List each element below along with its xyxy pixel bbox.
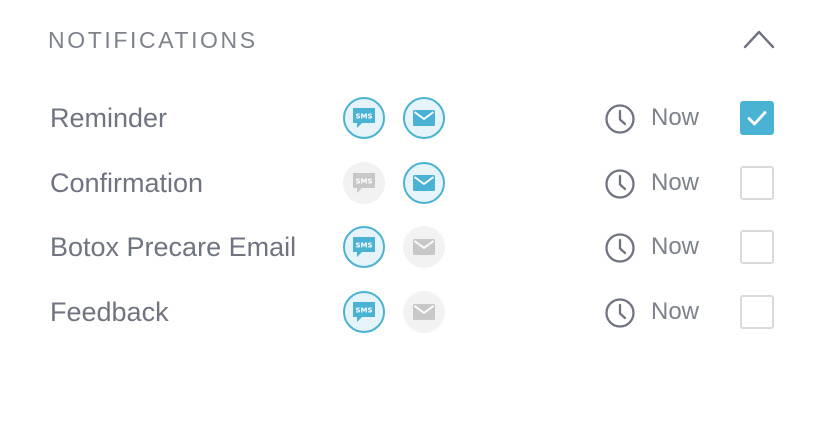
svg-text:SMS: SMS xyxy=(355,242,372,250)
clock-icon xyxy=(605,104,635,134)
notification-row-confirmation: Confirmation SMS Now xyxy=(0,158,832,208)
svg-text:SMS: SMS xyxy=(355,178,372,186)
timing-selector[interactable]: Now xyxy=(651,158,699,208)
enable-checkbox[interactable] xyxy=(740,230,774,264)
notification-row-botox-precare-email: Botox Precare Email SMS Now xyxy=(0,222,832,272)
enable-checkbox[interactable] xyxy=(740,101,774,135)
notification-label: Botox Precare Email xyxy=(50,232,297,262)
notification-label: Feedback xyxy=(50,297,169,327)
sms-toggle[interactable]: SMS xyxy=(343,291,385,333)
email-toggle[interactable] xyxy=(403,291,445,333)
sms-icon: SMS xyxy=(353,237,375,257)
sms-icon: SMS xyxy=(353,302,375,322)
email-toggle[interactable] xyxy=(403,162,445,204)
sms-toggle[interactable]: SMS xyxy=(343,162,385,204)
envelope-icon xyxy=(413,175,435,191)
svg-text:SMS: SMS xyxy=(355,113,372,121)
checkmark-icon xyxy=(747,111,767,126)
email-toggle[interactable] xyxy=(403,97,445,139)
clock-icon xyxy=(605,169,635,199)
sms-toggle[interactable]: SMS xyxy=(343,97,385,139)
notification-row-reminder: Reminder SMS Now xyxy=(0,93,832,143)
notification-label: Confirmation xyxy=(50,168,204,198)
timing-selector[interactable]: Now xyxy=(651,287,699,337)
chevron-up-icon xyxy=(743,30,775,49)
envelope-icon xyxy=(413,239,435,255)
envelope-icon xyxy=(413,110,435,126)
notification-row-feedback: Feedback SMS Now xyxy=(0,287,832,337)
svg-text:SMS: SMS xyxy=(355,307,372,315)
sms-icon: SMS xyxy=(353,108,375,128)
sms-icon: SMS xyxy=(353,173,375,193)
enable-checkbox[interactable] xyxy=(740,166,774,200)
clock-icon xyxy=(605,298,635,328)
enable-checkbox[interactable] xyxy=(740,295,774,329)
timing-selector[interactable]: Now xyxy=(651,93,699,143)
envelope-icon xyxy=(413,304,435,320)
email-toggle[interactable] xyxy=(403,226,445,268)
section-title: NOTIFICATIONS xyxy=(48,27,258,53)
sms-toggle[interactable]: SMS xyxy=(343,226,385,268)
notifications-panel: NOTIFICATIONS Reminder SMS Now Confirmat… xyxy=(0,0,832,442)
collapse-toggle-button[interactable] xyxy=(740,24,778,54)
notification-label: Reminder xyxy=(50,103,168,133)
clock-icon xyxy=(605,233,635,263)
timing-selector[interactable]: Now xyxy=(651,222,699,272)
